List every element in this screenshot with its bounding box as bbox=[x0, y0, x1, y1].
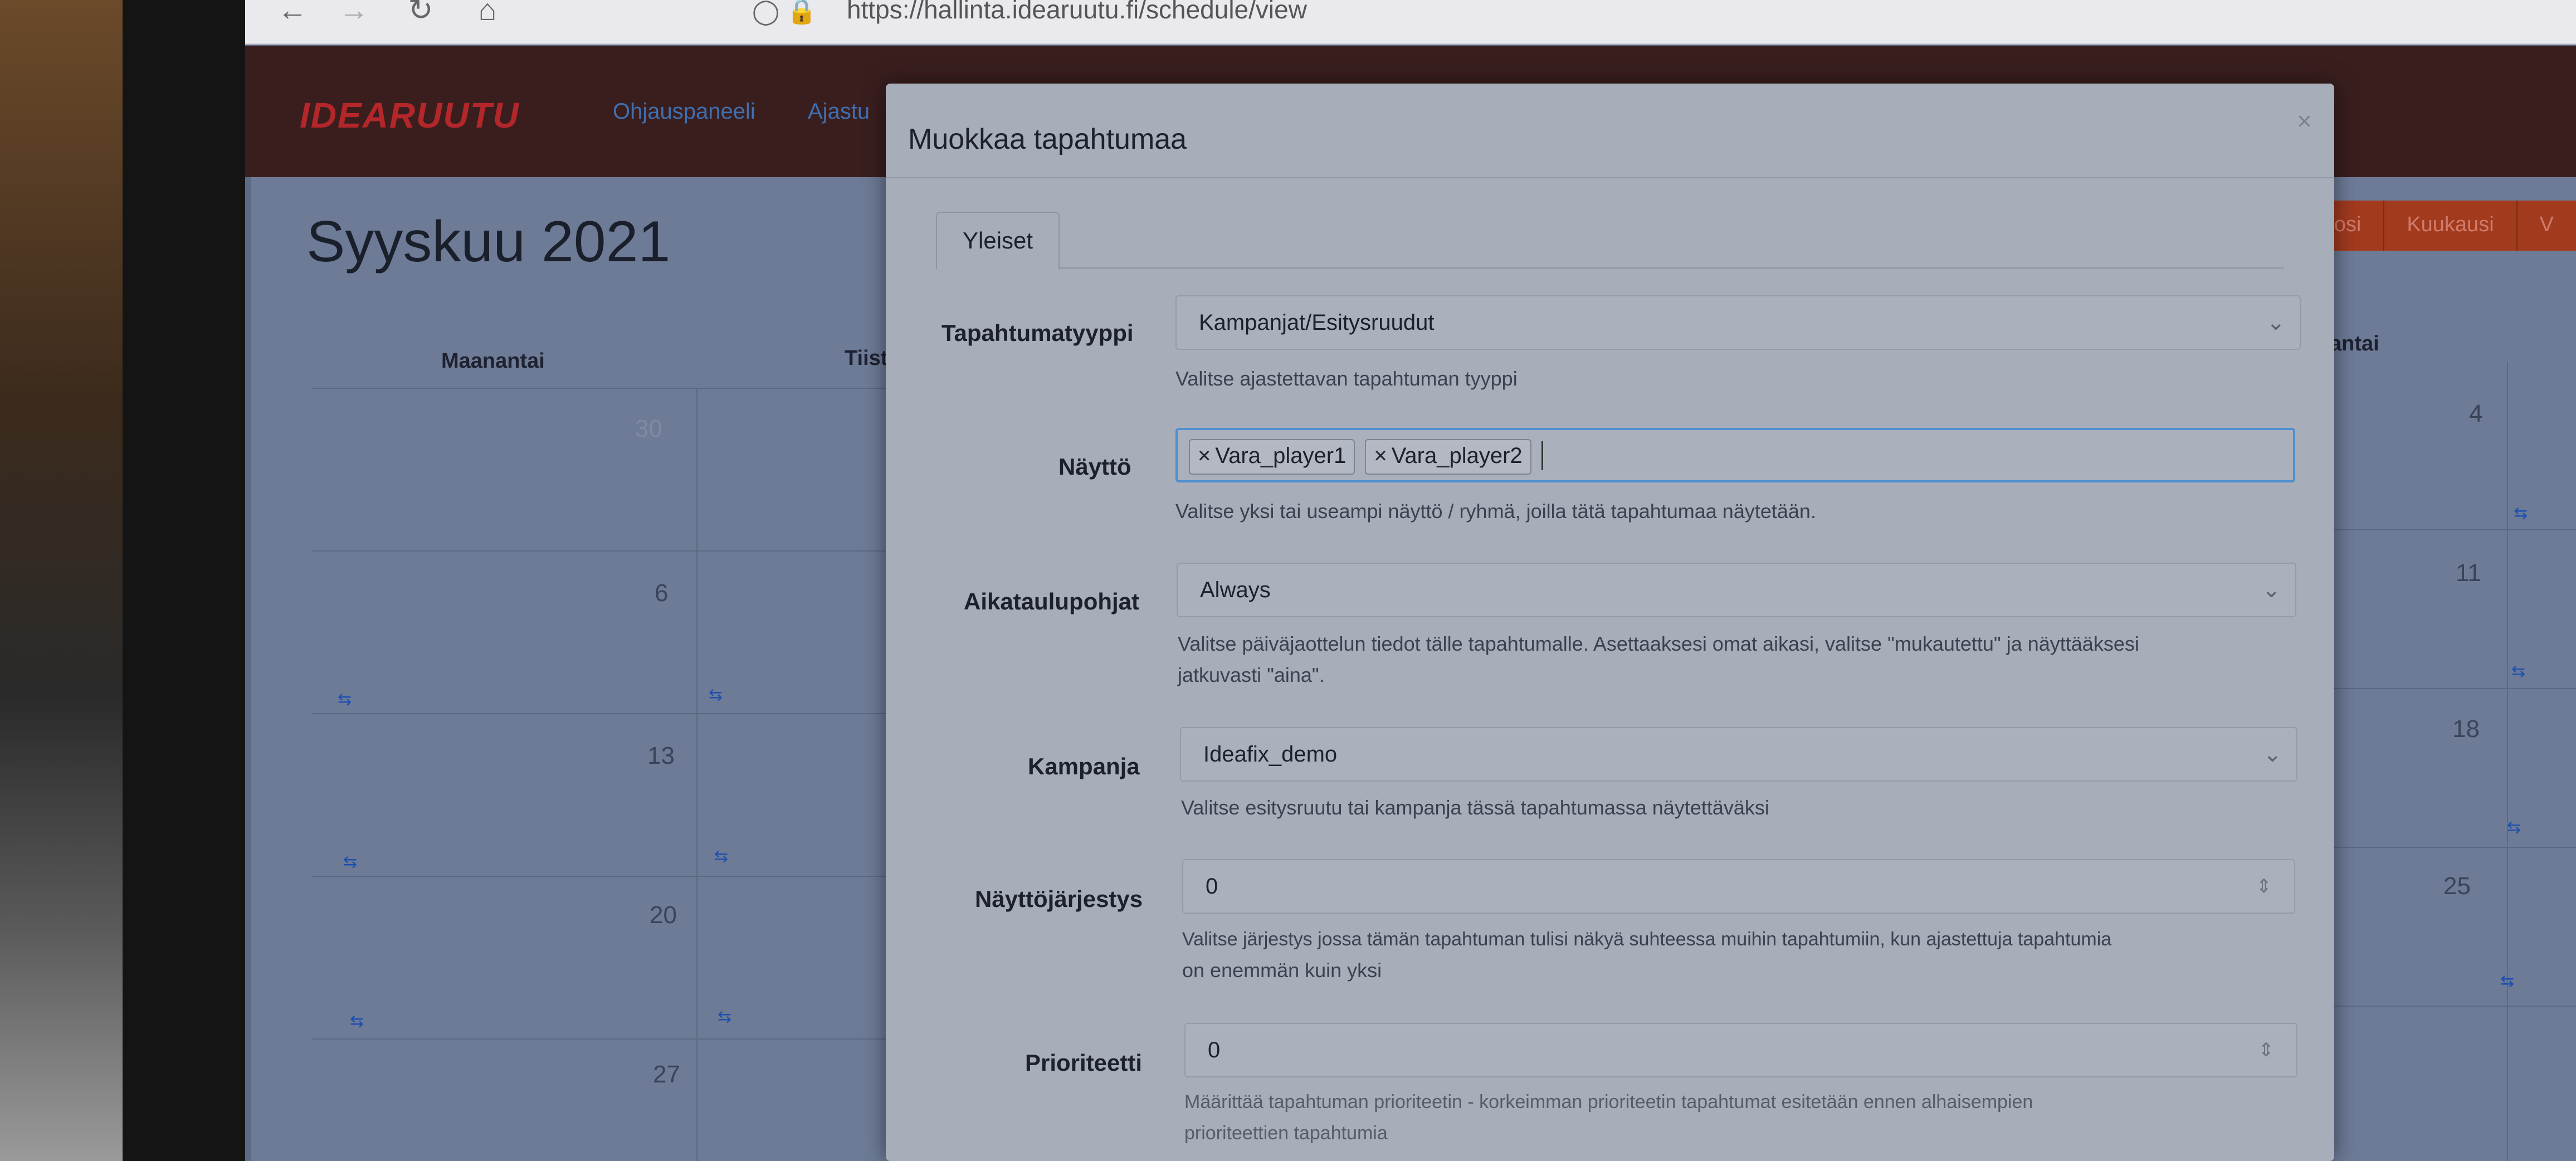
schedule-templates-help: Valitse päiväjaottelun tiedot tälle tapa… bbox=[1178, 632, 2139, 655]
remove-tag-icon[interactable]: × bbox=[1198, 443, 1211, 468]
repeat-icon[interactable]: ⇆ bbox=[343, 852, 357, 872]
edit-event-modal: Muokkaa tapahtumaa × Yleiset Tapahtumaty… bbox=[886, 84, 2334, 1161]
nav-dashboard[interactable]: Ohjauspaneeli bbox=[613, 99, 755, 124]
priority-help-cont: prioriteettien tapahtumia bbox=[1184, 1123, 1388, 1144]
close-icon[interactable]: × bbox=[2297, 106, 2312, 136]
display-tag[interactable]: × Vara_player1 bbox=[1189, 439, 1355, 475]
display-tag-label: Vara_player1 bbox=[1215, 443, 1346, 468]
priority-input[interactable]: 0 ⇕ bbox=[1184, 1023, 2297, 1077]
remove-tag-icon[interactable]: × bbox=[1374, 443, 1387, 468]
view-month-button[interactable]: Kuukausi bbox=[2383, 201, 2516, 251]
display-order-help: Valitse järjestys jossa tämän tapahtuman… bbox=[1182, 929, 2112, 950]
day-header-tuesday: Tiist bbox=[845, 347, 888, 370]
back-icon[interactable]: ← bbox=[273, 0, 312, 33]
repeat-icon[interactable]: ⇆ bbox=[2514, 504, 2528, 523]
display-tag-label: Vara_player2 bbox=[1391, 443, 1523, 468]
display-order-input[interactable]: 0 ⇕ bbox=[1182, 859, 2295, 914]
display-multiselect[interactable]: × Vara_player1 × Vara_player2 bbox=[1175, 428, 2295, 482]
grid-line bbox=[696, 388, 697, 1161]
priority-label: Prioriteetti bbox=[1025, 1050, 1143, 1076]
campaign-value: Ideafix_demo bbox=[1203, 742, 1338, 767]
day-header-monday: Maanantai bbox=[441, 349, 545, 373]
grid-line bbox=[312, 876, 891, 877]
stepper-icon[interactable]: ⇕ bbox=[2258, 1024, 2275, 1076]
view-week-button[interactable]: V bbox=[2516, 201, 2576, 251]
display-order-value: 0 bbox=[1206, 874, 1218, 899]
campaign-label: Kampanja bbox=[1028, 753, 1140, 779]
repeat-icon[interactable]: ⇆ bbox=[350, 1012, 364, 1031]
priority-value: 0 bbox=[1208, 1038, 1221, 1062]
schedule-templates-select[interactable]: Always ⌄ bbox=[1177, 563, 2296, 617]
day-header-sunday: antai bbox=[2330, 332, 2379, 355]
grid-line bbox=[2507, 362, 2508, 1161]
display-order-help-cont: on enemmän kuin yksi bbox=[1182, 959, 1382, 982]
grid-line bbox=[312, 713, 891, 714]
schedule-templates-label: Aikataulupohjat bbox=[964, 588, 1140, 614]
date-number: 20 bbox=[650, 901, 677, 929]
schedule-templates-value: Always bbox=[1200, 578, 1271, 602]
date-number: 27 bbox=[653, 1061, 680, 1088]
forward-icon[interactable]: → bbox=[334, 0, 373, 33]
nav-scheduling[interactable]: Ajastu bbox=[808, 99, 870, 124]
home-icon[interactable]: ⌂ bbox=[468, 0, 507, 33]
event-type-help: Valitse ajastettavan tapahtuman tyyppi bbox=[1175, 367, 1518, 390]
tab-general[interactable]: Yleiset bbox=[936, 212, 1060, 270]
grid-line bbox=[2334, 529, 2576, 530]
chevron-down-icon: ⌄ bbox=[2262, 578, 2281, 602]
display-label: Näyttö bbox=[1058, 453, 1131, 480]
repeat-icon[interactable]: ⇆ bbox=[2507, 818, 2521, 837]
repeat-icon[interactable]: ⇆ bbox=[2500, 972, 2514, 991]
priority-help: Määrittää tapahtuman prioriteetin - kork… bbox=[1184, 1091, 2033, 1113]
repeat-icon[interactable]: ⇆ bbox=[338, 690, 352, 709]
date-number: 25 bbox=[2443, 872, 2471, 900]
repeat-icon[interactable]: ⇆ bbox=[709, 685, 723, 705]
grid-line bbox=[2334, 1006, 2576, 1007]
date-number: 18 bbox=[2452, 715, 2480, 743]
modal-tabs: Yleiset bbox=[936, 212, 2284, 270]
grid-line bbox=[2334, 688, 2576, 689]
reload-icon[interactable]: ↻ bbox=[401, 0, 440, 33]
browser-toolbar: ← → ↻ ⌂ ◯ 🔒 https://hallinta.idearuutu.f… bbox=[245, 0, 2576, 45]
app-logo[interactable]: IDEARUUTU bbox=[300, 95, 520, 136]
grid-line bbox=[312, 1038, 891, 1040]
event-type-select[interactable]: Kampanjat/Esitysruudut ⌄ bbox=[1175, 295, 2301, 350]
event-type-label: Tapahtumatyyppi bbox=[941, 320, 1134, 346]
grid-line bbox=[312, 388, 891, 389]
event-type-value: Kampanjat/Esitysruudut bbox=[1199, 310, 1435, 335]
modal-header: Muokkaa tapahtumaa × bbox=[886, 84, 2334, 178]
schedule-templates-help-cont: jatkuvasti "aina". bbox=[1178, 664, 1325, 686]
campaign-select[interactable]: Ideafix_demo ⌄ bbox=[1180, 727, 2297, 782]
display-order-label: Näyttöjärjestys bbox=[975, 886, 1143, 912]
modal-title: Muokkaa tapahtumaa bbox=[908, 123, 1187, 155]
date-number: 30 bbox=[635, 415, 662, 442]
chevron-down-icon: ⌄ bbox=[2263, 742, 2282, 767]
text-cursor bbox=[1541, 441, 1543, 470]
date-number: 11 bbox=[2456, 559, 2481, 587]
repeat-icon[interactable]: ⇆ bbox=[718, 1007, 731, 1027]
page-title: Syyskuu 2021 bbox=[306, 209, 671, 274]
date-number: 4 bbox=[2469, 400, 2483, 427]
grid-line bbox=[2334, 847, 2576, 848]
display-tag[interactable]: × Vara_player2 bbox=[1365, 439, 1531, 475]
grid-line bbox=[312, 550, 891, 552]
display-help: Valitse yksi tai useampi näyttö / ryhmä,… bbox=[1175, 500, 1816, 523]
stepper-icon[interactable]: ⇕ bbox=[2256, 860, 2272, 913]
repeat-icon[interactable]: ⇆ bbox=[2511, 662, 2525, 681]
repeat-icon[interactable]: ⇆ bbox=[714, 847, 728, 866]
date-number: 13 bbox=[647, 742, 675, 769]
date-number: 6 bbox=[655, 579, 669, 607]
address-bar[interactable]: https://hallinta.idearuutu.fi/schedule/v… bbox=[847, 0, 1307, 25]
shield-lock-icon: ◯ 🔒 bbox=[752, 0, 817, 25]
campaign-help: Valitse esitysruutu tai kampanja tässä t… bbox=[1181, 796, 1769, 819]
chevron-down-icon: ⌄ bbox=[2266, 310, 2285, 335]
